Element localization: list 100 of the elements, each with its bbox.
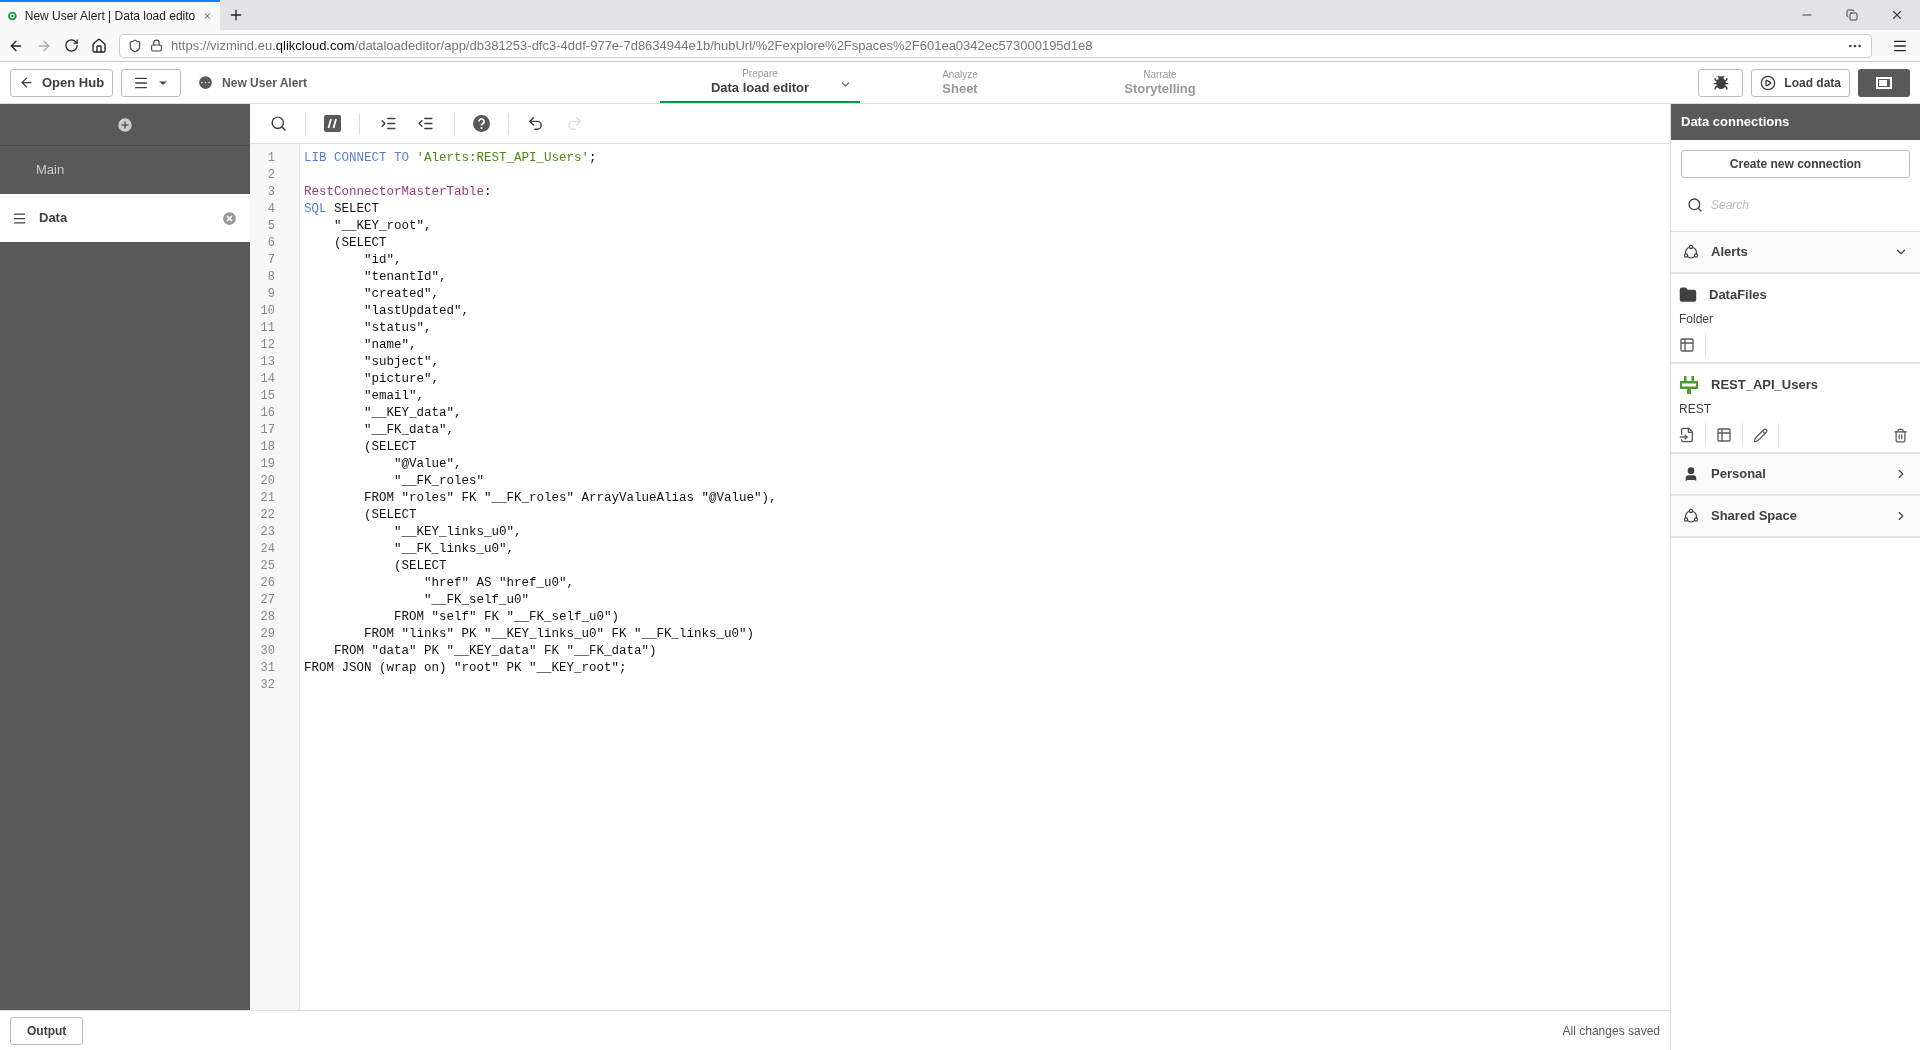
code-line: "name", [363,337,417,354]
line-number: 28 [259,609,276,626]
shield-icon [128,38,142,53]
space-icon [1683,508,1699,524]
more-icon[interactable] [197,74,215,91]
section-item[interactable]: Data [0,194,250,242]
insert-script-icon[interactable] [1679,427,1695,443]
load-data-button[interactable]: Load data [1751,68,1850,97]
home-icon[interactable] [91,37,107,54]
plug-icon [1679,375,1699,395]
new-tab-icon[interactable] [228,7,244,23]
panel-icon [1876,76,1892,89]
line-number: 13 [259,354,276,371]
url-text: https://vizmind.eu.qlikcloud.com/dataloadeditor/app/db381253-dfc3-4ddf-977e-7d8634944e1b/hubUrl/%2Fexplore%2Fspaces%2F601ea0342ec573000195d1e8 [171,36,1094,55]
line-number: 32 [259,677,276,694]
space-row[interactable]: Shared Space [1671,496,1920,538]
undo-icon[interactable] [527,115,544,132]
drag-handle-icon[interactable] [12,210,27,226]
code-line: SQL SELECT [304,201,380,218]
line-number: 9 [266,286,276,303]
space-icon [1683,244,1699,260]
line-number: 12 [259,337,276,354]
line-number: 20 [259,473,276,490]
browser-tab[interactable]: New User Alert | Data load edito [0,0,220,30]
code-line: (SELECT [363,439,417,456]
code-line: "tenantId", [363,269,447,286]
section-label: Main [36,161,66,180]
app-name: New User Alert [222,74,308,92]
code-line: "__FK_self_u0" [423,592,530,609]
code-line: "__KEY_root", [333,218,432,235]
line-number: 21 [259,490,276,507]
line-number: 11 [259,320,276,337]
line-number: 10 [259,303,276,320]
restore-icon[interactable] [1846,9,1858,21]
indent-icon[interactable] [380,115,397,132]
code-line: "__FK_roles" [393,473,485,490]
code-line: (SELECT [363,507,417,524]
line-number: 15 [259,388,276,405]
code-line: "picture", [363,371,440,388]
panel-title: Data connections [1681,113,1790,132]
nav-tab[interactable]: Prepare Data load editor [660,62,860,103]
panel-toggle-button[interactable] [1858,68,1910,97]
connection-name: REST_API_Users [1711,376,1818,395]
code-line: (SELECT [393,558,447,575]
code-line: RestConnectorMasterTable: [304,184,492,201]
space-name: Shared Space [1711,507,1798,526]
open-hub-button[interactable]: Open Hub [10,68,114,97]
person-icon [1683,466,1699,482]
code-line: FROM "roles" FK "__FK_roles" ArrayValueAlias "@Value"), [363,490,777,507]
code-line: "__KEY_links_u0", [393,524,522,541]
line-number: 26 [259,575,276,592]
add-section-icon[interactable] [116,115,134,134]
line-number: 27 [259,592,276,609]
code-line: "__KEY_data", [363,405,462,422]
line-number: 2 [266,167,276,184]
create-connection-button[interactable]: Create new connection [1681,150,1910,178]
site-icon [8,9,17,23]
code-line: "@Value", [393,456,462,473]
space-name: Personal [1711,465,1767,484]
code-line: "lastUpdated", [363,303,470,320]
line-number: 23 [259,524,276,541]
connection-card[interactable]: DataFiles Folder [1671,274,1920,364]
space-row[interactable]: Alerts [1671,232,1920,274]
code-line: "subject", [363,354,440,371]
connection-name: DataFiles [1709,286,1767,305]
comment-icon[interactable] [324,115,341,132]
search-icon[interactable] [270,115,287,132]
line-number: 17 [259,422,276,439]
line-number: 8 [266,269,276,286]
table-icon[interactable] [1716,427,1732,443]
code-line: "__FK_data", [363,422,455,439]
close-icon[interactable] [221,209,238,227]
line-number: 7 [266,252,276,269]
line-number: 6 [266,235,276,252]
line-number: 18 [259,439,276,456]
line-number: 5 [266,218,276,235]
edit-icon[interactable] [1753,427,1768,443]
code-line: "status", [363,320,432,337]
play-icon [1760,74,1777,91]
output-button[interactable]: Output [10,1016,84,1045]
lock-icon [150,39,163,52]
space-row[interactable]: Personal [1671,454,1920,496]
help-icon[interactable] [473,115,490,132]
line-number: 19 [259,456,276,473]
delete-icon[interactable] [1893,427,1908,443]
debug-button[interactable] [1698,68,1744,97]
menu-button[interactable] [121,68,182,97]
code-line: FROM "links" PK "__KEY_links_u0" FK "__FK_links_u0") [363,626,755,643]
bug-icon [1712,74,1729,91]
search-field[interactable]: Search [1711,195,1891,214]
table-icon[interactable] [1679,337,1695,353]
code-line: "href" AS "href_u0", [423,575,575,592]
line-number: 24 [259,541,276,558]
address-field[interactable]: https://vizmind.eu.qlikcloud.com/dataloadeditor/app/db381253-dfc3-4ddf-977e-7d8634944e1b/hubUrl/%2Fexplore%2Fspaces%2F601ea0342ec573000195d1e8 [119,33,1872,58]
reload-icon[interactable] [64,38,79,53]
close-window-icon[interactable] [1890,8,1904,22]
code-line: FROM "self" FK "__FK_self_u0") [393,609,620,626]
code-line: "created", [363,286,440,303]
outdent-icon[interactable] [417,115,434,132]
code-line: "id", [363,252,402,269]
